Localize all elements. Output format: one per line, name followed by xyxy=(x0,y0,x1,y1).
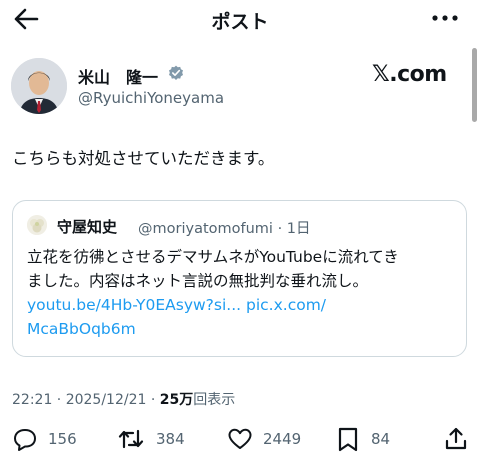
like-count: 2449 xyxy=(263,430,302,448)
repost-count: 384 xyxy=(156,430,185,448)
youtube-link[interactable]: youtu.be/4Hb-Y0EAsyw?si... xyxy=(27,296,241,314)
share-icon xyxy=(445,427,467,450)
quoted-handle-time: @moriyatomofumi · 1日 xyxy=(138,221,311,237)
post-meta: 22:21 · 2025/12/21 · 25万回表示 xyxy=(12,389,235,409)
quoted-avatar-image xyxy=(27,215,47,235)
more-options-button[interactable] xyxy=(430,9,460,27)
scrollbar[interactable] xyxy=(472,48,477,122)
quoted-post[interactable]: 守屋知史 @moriyatomofumi · 1日 立花を彷彿とさせるデマサムネ… xyxy=(12,200,467,357)
x-com-logo: 𝕏.com xyxy=(372,62,447,87)
quoted-text-line: ました。内容はネット言説の無批判な垂れ流し。 xyxy=(27,272,369,290)
repost-icon xyxy=(118,429,144,449)
top-bar: ポスト xyxy=(0,0,480,40)
reply-count: 156 xyxy=(48,430,77,448)
quoted-avatar xyxy=(27,215,47,235)
author-handle[interactable]: @RyuichiYoneyama xyxy=(78,89,224,107)
bookmark-icon xyxy=(338,427,358,452)
like-button[interactable]: 2449 xyxy=(227,426,307,452)
post-timestamp[interactable]: 22:21 · 2025/12/21 · xyxy=(12,392,160,408)
quoted-author-name: 守屋知史 xyxy=(57,218,118,236)
view-label: 回表示 xyxy=(193,392,236,408)
repost-button[interactable]: 384 xyxy=(117,426,197,452)
view-count: 25万 xyxy=(159,392,194,408)
more-dots-icon xyxy=(432,15,458,21)
post-text: こちらも対処させていただきます。 xyxy=(12,149,275,168)
share-button[interactable] xyxy=(444,426,468,452)
profile-photo xyxy=(11,58,67,114)
reply-button[interactable]: 156 xyxy=(12,426,82,452)
page-title: ポスト xyxy=(211,11,269,33)
quoted-text: 立花を彷彿とさせるデマサムネがYouTubeに流れてき ました。内容はネット言説… xyxy=(27,245,459,341)
pic-link[interactable]: pic.x.com/ xyxy=(246,296,326,314)
pic-link-continued[interactable]: McaBbOqb6m xyxy=(27,320,136,338)
bookmark-count: 84 xyxy=(371,430,391,448)
reply-icon xyxy=(14,429,36,451)
quoted-text-line: 立花を彷彿とさせるデマサムネがYouTubeに流れてき xyxy=(27,248,399,266)
action-bar: 156 384 2449 84 xyxy=(0,424,480,456)
bookmark-button[interactable]: 84 xyxy=(337,426,403,452)
heart-icon xyxy=(228,428,252,449)
avatar[interactable] xyxy=(11,58,67,114)
verified-badge-icon xyxy=(169,65,183,80)
author-name[interactable]: 米山 隆一 xyxy=(78,64,158,88)
